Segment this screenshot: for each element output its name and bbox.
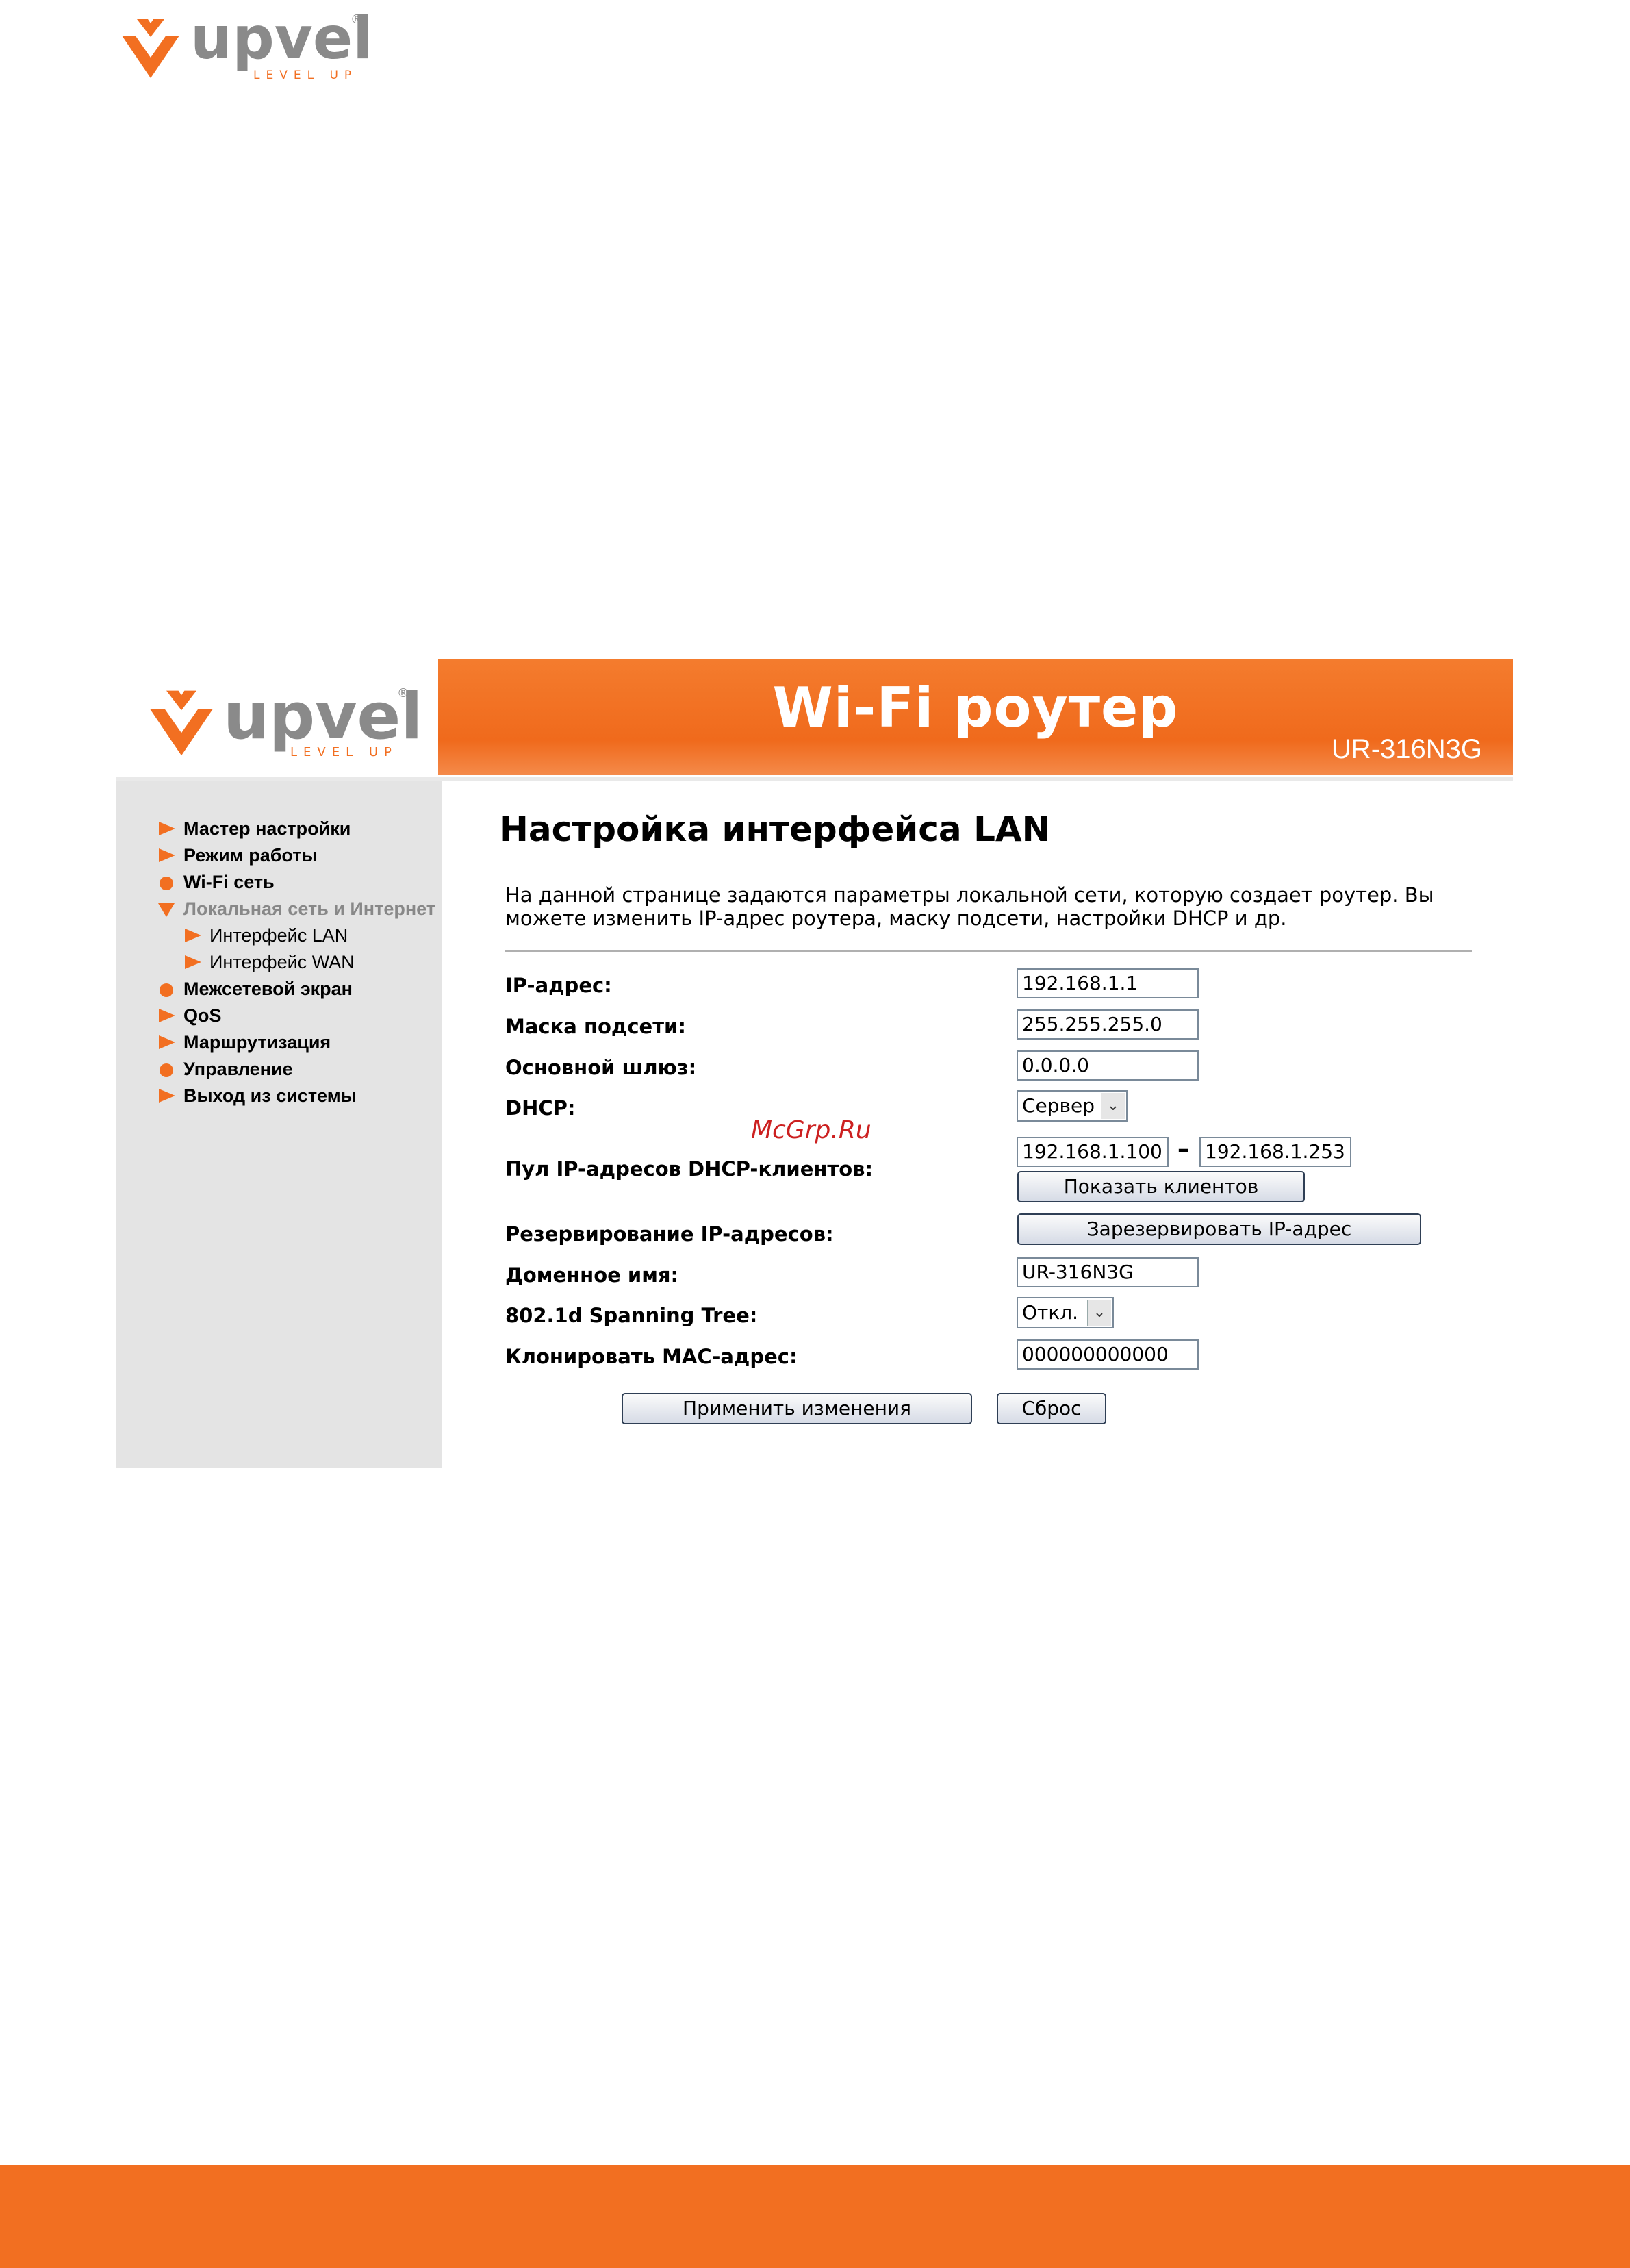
sidebar-item-label: QoS (183, 1005, 222, 1026)
sidebar-item-logout[interactable]: Выход из системы (156, 1083, 357, 1108)
description-line: можете изменить IP-адрес роутера, маску … (505, 907, 1287, 930)
chevron-down-icon: ⌄ (1087, 1300, 1111, 1326)
dhcp-label: DHCP: (505, 1096, 576, 1120)
clone-mac-label: Клонировать MAC-адрес: (505, 1345, 798, 1368)
clone-mac-input[interactable]: 000000000000 (1017, 1339, 1199, 1370)
triangle-right-icon (156, 1030, 179, 1055)
page-description: На данной странице задаются параметры ло… (505, 883, 1464, 930)
reserve-ip-button[interactable]: Зарезервировать IP-адрес (1017, 1213, 1421, 1245)
sidebar-item-label: Интерфейс LAN (209, 924, 348, 946)
chevron-down-icon: ⌄ (1101, 1093, 1125, 1119)
dhcp-pool-end-input[interactable]: 192.168.1.253 (1199, 1137, 1351, 1167)
page-logo: upvel ® LEVEL UP (116, 4, 373, 89)
banner-title: Wi-Fi роутер (772, 676, 1179, 740)
dot-icon (156, 870, 179, 894)
triangle-right-icon (156, 1003, 179, 1028)
dhcp-pool-label: Пул IP-адресов DHCP-клиентов: (505, 1157, 874, 1181)
model-name: UR-316N3G (1331, 734, 1482, 764)
sidebar-item-firewall[interactable]: Межсетевой экран (156, 977, 353, 1001)
sidebar-item-label: Маршрутизация (183, 1031, 331, 1053)
domain-name-label: Доменное имя: (505, 1263, 679, 1287)
triangle-right-icon (156, 816, 179, 841)
range-dash: – (1177, 1135, 1189, 1163)
spanning-tree-select[interactable]: Откл. ⌄ (1017, 1297, 1114, 1328)
router-ui: upvel ® LEVEL UP Wi-Fi роутер UR-316N3G … (116, 659, 1513, 1468)
sidebar-item-label: Wi-Fi сеть (183, 871, 275, 892)
apply-changes-button[interactable]: Применить изменения (622, 1393, 972, 1424)
subnet-mask-input[interactable]: 255.255.255.0 (1017, 1009, 1199, 1040)
sidebar-item-operation-mode[interactable]: Режим работы (156, 843, 318, 868)
sidebar-item-lan-internet[interactable]: Локальная сеть и Интернет (156, 896, 435, 921)
dhcp-pool-start-input[interactable]: 192.168.1.100 (1017, 1137, 1169, 1167)
spanning-tree-label: 802.1d Spanning Tree: (505, 1304, 758, 1327)
logo-registered-mark: ® (397, 686, 409, 701)
ui-logo[interactable]: upvel ® LEVEL UP (116, 659, 437, 775)
sidebar-item-routing[interactable]: Маршрутизация (156, 1030, 331, 1055)
dhcp-select[interactable]: Сервер ⌄ (1017, 1090, 1128, 1122)
logo-tagline: LEVEL UP (253, 68, 358, 82)
sidebar-item-setup-wizard[interactable]: Мастер настройки (156, 816, 351, 841)
ip-address-label: IP-адрес: (505, 974, 612, 997)
sidebar-item-lan-interface[interactable]: Интерфейс LAN (182, 923, 348, 948)
watermark: McGrp.Ru (751, 1116, 871, 1144)
sidebar-item-label: Управление (183, 1058, 293, 1079)
divider (505, 950, 1472, 952)
gateway-input[interactable]: 0.0.0.0 (1017, 1050, 1199, 1081)
triangle-down-icon (156, 896, 179, 921)
logo-wordmark: upvel (190, 4, 373, 73)
sidebar-item-wifi[interactable]: Wi-Fi сеть (156, 870, 275, 894)
dot-icon (156, 1057, 179, 1081)
logo-registered-mark: ® (351, 12, 363, 27)
sidebar-item-label: Режим работы (183, 844, 318, 866)
sidebar-item-label: Межсетевой экран (183, 978, 353, 999)
gateway-label: Основной шлюз: (505, 1056, 697, 1079)
domain-name-input[interactable]: UR-316N3G (1017, 1257, 1199, 1287)
header-banner: Wi-Fi роутер UR-316N3G (438, 659, 1513, 775)
sidebar-item-management[interactable]: Управление (156, 1057, 293, 1081)
sidebar-item-wan-interface[interactable]: Интерфейс WAN (182, 950, 355, 974)
triangle-right-icon (156, 1083, 179, 1108)
triangle-right-icon (156, 843, 179, 868)
spanning-tree-select-value: Откл. (1022, 1301, 1079, 1324)
footer-bar (0, 2165, 1630, 2268)
ip-address-input[interactable]: 192.168.1.1 (1017, 968, 1199, 998)
sidebar-item-label: Мастер настройки (183, 818, 351, 839)
triangle-right-icon (182, 950, 205, 974)
main-content: Настройка интерфейса LAN На данной стран… (500, 781, 1513, 1468)
logo-wordmark: upvel (223, 679, 423, 754)
ip-reservation-label: Резервирование IP-адресов: (505, 1222, 834, 1246)
logo-tagline: LEVEL UP (290, 745, 398, 759)
sidebar: Мастер настройки Режим работы Wi-Fi сеть… (116, 781, 442, 1468)
show-clients-button[interactable]: Показать клиентов (1017, 1171, 1305, 1202)
upvel-logo-mark-icon (149, 690, 214, 756)
dhcp-select-value: Сервер (1022, 1094, 1095, 1117)
dot-icon (156, 977, 179, 1001)
sidebar-item-label: Интерфейс WAN (209, 951, 355, 972)
reset-button[interactable]: Сброс (997, 1393, 1106, 1424)
sidebar-item-label: Выход из системы (183, 1085, 357, 1106)
triangle-right-icon (182, 923, 205, 948)
sidebar-item-qos[interactable]: QoS (156, 1003, 222, 1028)
sidebar-item-label: Локальная сеть и Интернет (183, 898, 436, 919)
description-line: На данной странице задаются параметры ло… (505, 883, 1434, 907)
subnet-mask-label: Маска подсети: (505, 1015, 686, 1038)
upvel-logo-mark-icon (122, 19, 179, 78)
page-title: Настройка интерфейса LAN (500, 809, 1051, 849)
